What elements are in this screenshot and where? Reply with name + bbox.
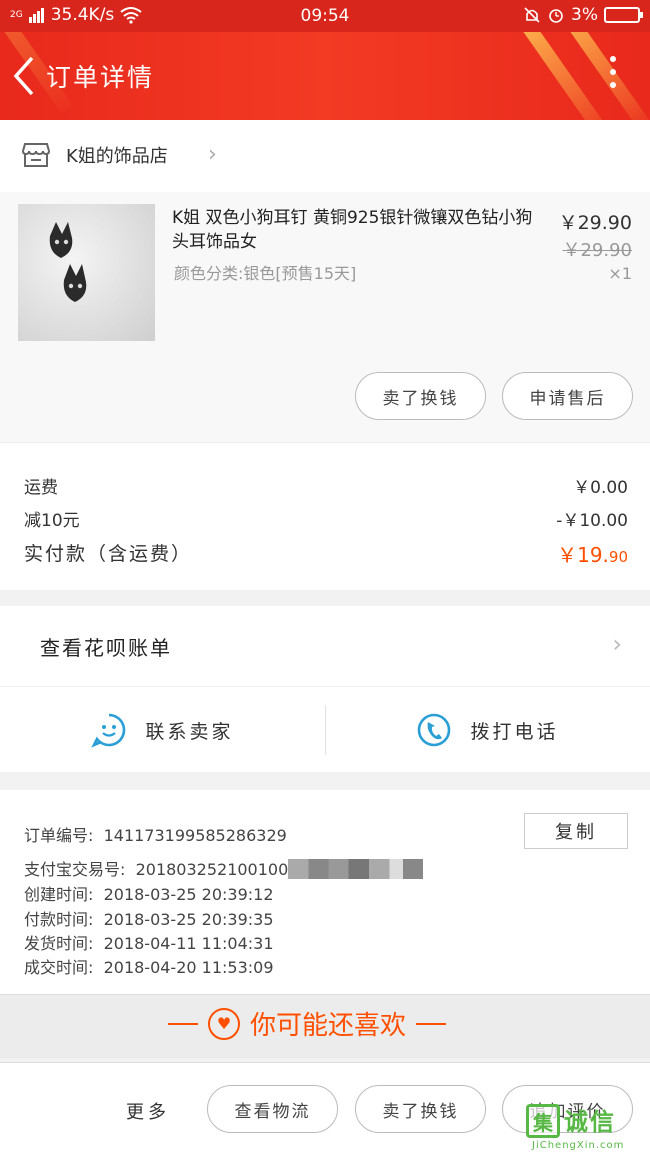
order-number-value: 141173199585286329 xyxy=(103,826,287,845)
call-phone-button[interactable]: 拨打电话 xyxy=(325,687,650,773)
total-row: 实付款（含运费） ￥19.90 xyxy=(24,539,628,568)
alipay-number-value: 201803252100100 xyxy=(135,860,289,879)
chevron-left-icon xyxy=(13,56,34,96)
sell-for-cash-bottom-button[interactable]: 卖了换钱 xyxy=(355,1085,486,1133)
watermark-logo: 集 xyxy=(526,1104,560,1138)
contact-bar: 联系卖家 拨打电话 xyxy=(0,686,650,772)
contact-seller-label: 联系卖家 xyxy=(145,720,234,743)
completed-time-line: 成交时间: 2018-04-20 11:53:09 xyxy=(24,954,274,978)
discount-label: 减10元 xyxy=(24,511,80,531)
bell-muted-icon xyxy=(524,7,540,23)
shipping-row: 运费 ￥0.00 xyxy=(24,473,628,498)
cost-summary: 运费 ￥0.00 减10元 -￥10.00 实付款（含运费） ￥19.90 xyxy=(0,442,650,590)
battery-icon xyxy=(604,7,643,23)
recommend-heading: ♥ 你可能还喜欢 xyxy=(168,1005,447,1042)
order-info: 订单编号: 141173199585286329 复制 支付宝交易号: 2018… xyxy=(0,790,650,994)
copy-button[interactable]: 复制 xyxy=(524,813,628,849)
header-decor-streak xyxy=(521,32,613,120)
discount-value: -￥10.00 xyxy=(556,511,628,531)
phone-icon xyxy=(418,713,451,747)
total-value-main: ￥19. xyxy=(557,543,609,567)
after-sales-button[interactable]: 申请售后 xyxy=(502,372,633,420)
back-button[interactable] xyxy=(8,52,44,100)
product-card[interactable]: K姐 双色小狗耳钉 黄铜925银针微镶双色钻小狗头耳饰品女 颜色分类:银色[预售… xyxy=(0,192,650,442)
watermark-text: 诚信 xyxy=(564,1108,616,1136)
paid-time-value: 2018-03-25 20:39:35 xyxy=(103,910,274,929)
decor-dash xyxy=(416,1022,447,1025)
watermark-url: JiChengXin.com xyxy=(532,1140,625,1151)
discount-row: 减10元 -￥10.00 xyxy=(24,506,628,531)
battery-percent: 3% xyxy=(571,5,598,25)
contact-seller-button[interactable]: 联系卖家 xyxy=(0,687,325,773)
created-time-value: 2018-03-25 20:39:12 xyxy=(103,885,274,904)
total-value: ￥19.90 xyxy=(557,539,628,568)
shipped-time-line: 发货时间: 2018-04-11 11:04:31 xyxy=(24,930,274,954)
created-time-label: 创建时间: xyxy=(24,885,94,904)
product-quantity: ×1 xyxy=(608,264,632,283)
completed-time-value: 2018-04-20 11:53:09 xyxy=(103,958,274,977)
total-value-cents: 90 xyxy=(608,548,628,566)
heart-icon: ♥ xyxy=(208,1007,240,1040)
decor-dash xyxy=(168,1022,198,1025)
status-bar: 2G 35.4K/s 09:54 3% xyxy=(0,0,650,32)
shop-row[interactable]: K姐的饰品店 › xyxy=(0,120,650,192)
dot-icon xyxy=(610,82,616,88)
chevron-right-icon: › xyxy=(208,142,217,167)
dot-icon xyxy=(610,56,616,62)
product-thumbnail[interactable] xyxy=(18,204,155,341)
chat-face-icon xyxy=(91,713,126,748)
site-watermark: 集 诚信 JiChengXin.com xyxy=(526,1098,644,1152)
product-original-price: ￥29.90 xyxy=(562,240,632,261)
nav-header: 订单详情 xyxy=(0,32,650,120)
order-number-label: 订单编号: xyxy=(24,826,94,845)
view-logistics-button[interactable]: 查看物流 xyxy=(207,1085,338,1133)
sell-for-cash-button[interactable]: 卖了换钱 xyxy=(355,372,486,420)
order-number-line: 订单编号: 141173199585286329 xyxy=(24,822,287,846)
shipped-time-value: 2018-04-11 11:04:31 xyxy=(103,934,274,953)
product-name: K姐 双色小狗耳钉 黄铜925银针微镶双色钻小狗头耳饰品女 xyxy=(172,208,533,252)
recommend-section: ♥ 你可能还喜欢 xyxy=(0,994,650,1058)
call-phone-label: 拨打电话 xyxy=(470,720,559,743)
created-time-line: 创建时间: 2018-03-25 20:39:12 xyxy=(24,881,274,905)
product-spec: 颜色分类:银色[预售15天] xyxy=(174,264,357,283)
completed-time-label: 成交时间: xyxy=(24,958,94,977)
alipay-number-label: 支付宝交易号: xyxy=(24,860,126,879)
dog-earring-image xyxy=(49,222,87,302)
status-right: 3% xyxy=(523,5,643,25)
page-title: 订单详情 xyxy=(46,63,155,92)
shop-name: K姐的饰品店 xyxy=(66,146,168,167)
alipay-number-line: 支付宝交易号: 201803252100100 xyxy=(24,856,424,880)
dot-icon xyxy=(610,69,616,75)
shipping-value: ￥0.00 xyxy=(573,478,628,498)
huabei-bill-row[interactable]: 查看花呗账单 › xyxy=(0,606,650,686)
redacted-blur xyxy=(288,859,424,879)
paid-time-label: 付款时间: xyxy=(24,910,94,929)
shipping-label: 运费 xyxy=(24,478,58,498)
total-label: 实付款（含运费） xyxy=(24,543,193,565)
shipped-time-label: 发货时间: xyxy=(24,934,94,953)
alarm-icon xyxy=(549,9,563,23)
recommend-title: 你可能还喜欢 xyxy=(250,1011,407,1041)
product-price: ￥29.90 xyxy=(558,212,632,234)
more-menu-button[interactable] xyxy=(606,56,620,96)
store-icon xyxy=(22,143,50,167)
more-button[interactable]: 更多 xyxy=(126,1098,170,1124)
huabei-bill-label: 查看花呗账单 xyxy=(40,636,172,660)
paid-time-line: 付款时间: 2018-03-25 20:39:35 xyxy=(24,906,274,930)
chevron-right-icon: › xyxy=(612,630,622,658)
